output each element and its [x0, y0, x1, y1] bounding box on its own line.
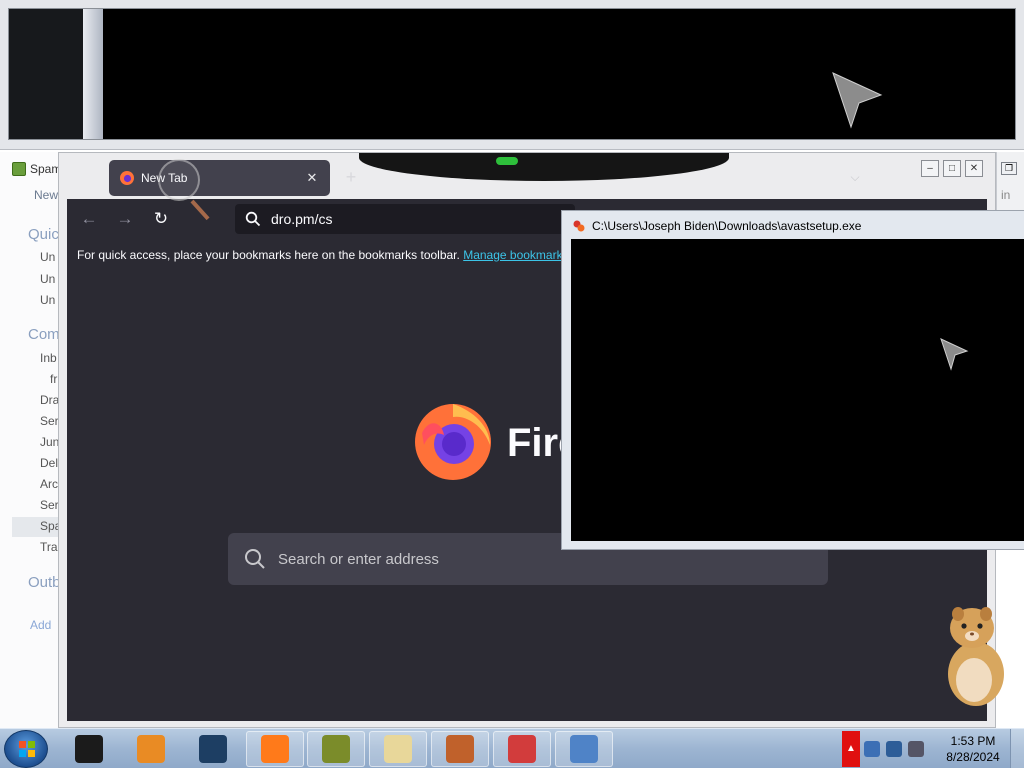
mail-folder-trash[interactable]: Tra [40, 540, 58, 554]
cursor-arrow-icon [832, 72, 883, 129]
minimize-button[interactable]: – [921, 160, 939, 177]
hamster-image [948, 607, 1004, 706]
network-icon[interactable] [864, 741, 880, 757]
mail-new-button[interactable]: New [34, 188, 58, 202]
mail-section-account[interactable]: Com [28, 326, 60, 343]
manage-bookmarks-link[interactable]: Manage bookmarks [463, 248, 568, 262]
taskbar-dice-game-icon [508, 735, 536, 763]
mail-folder-junk[interactable]: Jun [40, 435, 59, 449]
taskbar-search-tool-button[interactable] [555, 731, 613, 767]
bookmarks-hint-text: For quick access, place your bookmarks h… [77, 248, 460, 262]
taskbar-media-player-button[interactable] [122, 731, 180, 767]
mail-app-icon [12, 162, 26, 176]
installer-icon [573, 220, 585, 232]
system-tray [864, 739, 934, 759]
taskbar-game-button[interactable] [307, 731, 365, 767]
magnifier-cursor-icon [158, 159, 200, 201]
volume-icon[interactable] [908, 741, 924, 757]
clock-time: 1:53 PM [950, 734, 996, 748]
close-window-button[interactable]: ✕ [965, 160, 983, 177]
show-desktop-button[interactable] [1010, 729, 1024, 768]
mail-folder-sub[interactable]: fr [50, 372, 57, 386]
mail-quick-item[interactable]: Un [40, 272, 55, 286]
start-button[interactable] [4, 730, 48, 768]
taskbar-dice-game-button[interactable] [493, 731, 551, 767]
taskbar-firefox-button[interactable] [246, 731, 304, 767]
restore-icon[interactable]: ❐ [1001, 162, 1017, 175]
taskbar-film-tool-button[interactable] [431, 731, 489, 767]
mail-quick-item[interactable]: Un [40, 250, 55, 264]
maximize-button[interactable]: □ [943, 160, 961, 177]
url-bar[interactable]: dro.pm/cs [235, 204, 575, 234]
mail-folder-sent[interactable]: Ser [40, 414, 59, 428]
forward-arrow-icon[interactable]: → [115, 209, 135, 229]
firefox-logo-icon [415, 404, 491, 480]
right-window-text: in [1001, 188, 1011, 202]
top-preview-screen [8, 8, 1016, 140]
reload-icon[interactable]: ↻ [151, 209, 171, 229]
mail-folder-archive[interactable]: Arc [40, 477, 58, 491]
taskbar-globe-icon [199, 735, 227, 763]
top-preview-bar [83, 9, 103, 139]
windows-logo-icon [19, 741, 35, 757]
top-preview-window [0, 0, 1024, 150]
console-output [571, 239, 1024, 541]
search-placeholder: Search or enter address [278, 550, 439, 568]
chevron-down-icon[interactable]: ⌵ [845, 167, 865, 187]
console-title-bar[interactable]: C:\Users\Joseph Biden\Downloads\avastset… [572, 219, 861, 233]
taskbar-game-icon [322, 735, 350, 763]
mail-quick-item[interactable]: Un [40, 293, 55, 307]
taskbar-globe-button[interactable] [184, 731, 242, 767]
search-icon [245, 211, 261, 227]
console-title: C:\Users\Joseph Biden\Downloads\avastset… [592, 219, 862, 233]
mail-app-window: Spam New Quick Un Un Un Com Inb fr Dra S… [0, 152, 66, 728]
taskbar-search-tool-icon [570, 735, 598, 763]
mail-folder-drafts[interactable]: Dra [40, 393, 59, 407]
action-center-icon[interactable] [886, 741, 902, 757]
new-tab-button[interactable]: + [341, 167, 361, 187]
clock[interactable]: 1:53 PM 8/28/2024 [938, 733, 1008, 765]
url-text: dro.pm/cs [271, 211, 333, 227]
mail-folder-sent-2[interactable]: Ser [40, 498, 59, 512]
back-arrow-icon[interactable]: ← [79, 209, 99, 229]
taskbar-media-player-icon [137, 735, 165, 763]
taskbar-mail-button[interactable] [369, 731, 427, 767]
taskbar: ▲ 1:53 PM 8/28/2024 [0, 728, 1024, 768]
top-preview-strip [9, 9, 83, 139]
taskbar-firefox-icon [261, 735, 289, 763]
close-icon[interactable]: ✕ [304, 170, 320, 186]
tray-overflow-button[interactable]: ▲ [842, 731, 860, 767]
console-window: C:\Users\Joseph Biden\Downloads\avastset… [561, 210, 1024, 550]
cursor-arrow-icon [940, 338, 969, 371]
tab-new-tab[interactable]: New Tab ✕ [109, 160, 330, 196]
mail-folder-inbox[interactable]: Inb [40, 351, 57, 365]
firefox-icon [120, 171, 134, 185]
mail-title-text: Spam [30, 162, 62, 176]
taskbar-terminal-icon [75, 735, 103, 763]
mail-section-outbox[interactable]: Outb [28, 574, 61, 591]
clock-date: 8/28/2024 [946, 750, 1000, 764]
mail-folder-deleted[interactable]: Del [40, 456, 58, 470]
taskbar-mail-icon [384, 735, 412, 763]
mail-add-account-link[interactable]: Add [30, 618, 51, 632]
search-icon [245, 549, 265, 569]
taskbar-film-tool-icon [446, 735, 474, 763]
taskbar-terminal-button[interactable] [60, 731, 118, 767]
